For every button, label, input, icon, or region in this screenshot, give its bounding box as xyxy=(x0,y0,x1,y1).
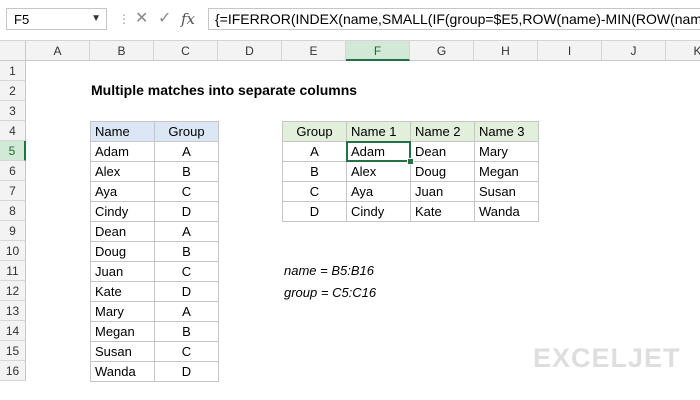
result-header-name-3[interactable]: Name 3 xyxy=(474,121,539,142)
result-name-cell[interactable]: Juan xyxy=(410,181,475,202)
result-group-cell[interactable]: A xyxy=(282,141,347,162)
row-header-12[interactable]: 12 xyxy=(0,281,26,301)
source-group-cell[interactable]: B xyxy=(154,161,219,182)
row-header-14[interactable]: 14 xyxy=(0,321,26,341)
result-name-cell[interactable]: Dean xyxy=(410,141,475,162)
column-header-b[interactable]: B xyxy=(90,41,154,61)
source-group-cell[interactable]: D xyxy=(154,201,219,222)
formula-bar: F5 ▼ ⋮ ✕ ✓ fx {=IFERROR(INDEX(name,SMALL… xyxy=(0,0,700,41)
named-range-group: group = C5:C16 xyxy=(284,285,377,300)
source-name-cell[interactable]: Adam xyxy=(90,141,155,162)
source-group-cell[interactable]: D xyxy=(154,281,219,302)
source-group-cell[interactable]: A xyxy=(154,301,219,322)
name-box[interactable]: F5 ▼ xyxy=(6,8,107,30)
row-header-13[interactable]: 13 xyxy=(0,301,26,321)
result-group-cell[interactable]: C xyxy=(282,181,347,202)
source-name-cell[interactable]: Megan xyxy=(90,321,155,342)
result-header-name-2[interactable]: Name 2 xyxy=(410,121,475,142)
source-group-cell[interactable]: A xyxy=(154,141,219,162)
column-header-k[interactable]: K xyxy=(666,41,700,61)
name-box-value: F5 xyxy=(14,12,30,27)
source-name-cell[interactable]: Dean xyxy=(90,221,155,242)
row-header-2[interactable]: 2 xyxy=(0,81,26,101)
row-header-15[interactable]: 15 xyxy=(0,341,26,361)
column-header-d[interactable]: D xyxy=(218,41,282,61)
cancel-icon[interactable]: ✕ xyxy=(135,9,148,29)
column-header-c[interactable]: C xyxy=(154,41,218,61)
row-header-9[interactable]: 9 xyxy=(0,221,26,241)
insert-function-icon[interactable]: fx xyxy=(181,9,195,29)
row-header-11[interactable]: 11 xyxy=(0,261,26,281)
row-header-10[interactable]: 10 xyxy=(0,241,26,261)
column-header-e[interactable]: E xyxy=(282,41,346,61)
source-name-cell[interactable]: Alex xyxy=(90,161,155,182)
result-name-cell[interactable]: Wanda xyxy=(474,201,539,222)
column-header-f[interactable]: F xyxy=(346,41,410,61)
row-header-8[interactable]: 8 xyxy=(0,201,26,221)
source-name-cell[interactable]: Susan xyxy=(90,341,155,362)
row-header-6[interactable]: 6 xyxy=(0,161,26,181)
formula-text: {=IFERROR(INDEX(name,SMALL(IF(group=$E5,… xyxy=(215,11,700,27)
column-header-a[interactable]: A xyxy=(26,41,90,61)
result-header-group[interactable]: Group xyxy=(282,121,347,142)
column-header-h[interactable]: H xyxy=(474,41,538,61)
source-name-cell[interactable]: Juan xyxy=(90,261,155,282)
row-header-3[interactable]: 3 xyxy=(0,101,26,121)
source-name-cell[interactable]: Cindy xyxy=(90,201,155,222)
exceljet-logo: EXCELJET xyxy=(533,343,681,373)
result-name-cell[interactable]: Megan xyxy=(474,161,539,182)
result-name-cell[interactable]: Doug xyxy=(410,161,475,182)
formula-bar-grip-icon: ⋮ xyxy=(118,12,130,26)
worksheet-grid: ABCDEFGHIJK 1 2 3 4 5 6 7 8 9 10 11 12 13 14 15 16 Name… xyxy=(0,41,700,400)
select-all-corner[interactable] xyxy=(0,41,26,61)
result-name-cell[interactable]: Alex xyxy=(346,161,411,182)
source-group-cell[interactable]: C xyxy=(154,261,219,282)
source-header-name[interactable]: Name xyxy=(90,121,155,142)
source-name-cell[interactable]: Mary xyxy=(90,301,155,322)
column-header-g[interactable]: G xyxy=(410,41,474,61)
chevron-down-icon[interactable]: ▼ xyxy=(91,13,101,24)
source-name-cell[interactable]: Aya xyxy=(90,181,155,202)
result-name-cell[interactable]: Mary xyxy=(474,141,539,162)
result-group-cell[interactable]: B xyxy=(282,161,347,182)
source-group-cell[interactable]: C xyxy=(154,181,219,202)
result-header-name-1[interactable]: Name 1 xyxy=(346,121,411,142)
source-group-cell[interactable]: B xyxy=(154,241,219,262)
named-range-name: name = B5:B16 xyxy=(284,263,374,278)
fill-handle[interactable] xyxy=(407,158,414,165)
source-group-cell[interactable]: C xyxy=(154,341,219,362)
result-name-cell[interactable]: Kate xyxy=(410,201,475,222)
source-header-group[interactable]: Group xyxy=(154,121,219,142)
source-group-cell[interactable]: A xyxy=(154,221,219,242)
formula-input[interactable]: {=IFERROR(INDEX(name,SMALL(IF(group=$E5,… xyxy=(208,8,700,30)
source-group-cell[interactable]: D xyxy=(154,361,219,382)
active-cell-selection[interactable] xyxy=(346,141,411,162)
row-header-1[interactable]: 1 xyxy=(0,61,26,81)
source-name-cell[interactable]: Kate xyxy=(90,281,155,302)
row-header-16[interactable]: 16 xyxy=(0,361,26,381)
column-header-i[interactable]: I xyxy=(538,41,602,61)
source-name-cell[interactable]: Wanda xyxy=(90,361,155,382)
result-group-cell[interactable]: D xyxy=(282,201,347,222)
result-name-cell[interactable]: Susan xyxy=(474,181,539,202)
sheet-title: Multiple matches into separate columns xyxy=(91,82,358,98)
row-header-4[interactable]: 4 xyxy=(0,121,26,141)
row-header-5[interactable]: 5 xyxy=(0,141,26,161)
result-name-cell[interactable]: Aya xyxy=(346,181,411,202)
enter-icon[interactable]: ✓ xyxy=(158,9,171,29)
source-name-cell[interactable]: Doug xyxy=(90,241,155,262)
row-header-7[interactable]: 7 xyxy=(0,181,26,201)
source-group-cell[interactable]: B xyxy=(154,321,219,342)
result-name-cell[interactable]: Cindy xyxy=(346,201,411,222)
column-header-j[interactable]: J xyxy=(602,41,666,61)
